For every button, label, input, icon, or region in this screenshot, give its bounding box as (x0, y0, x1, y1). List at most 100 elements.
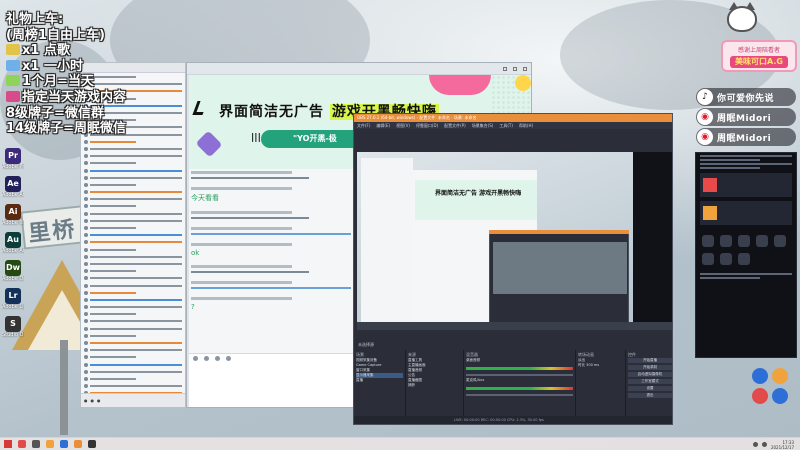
app-icon[interactable] (738, 253, 750, 265)
chat-message[interactable] (191, 227, 359, 235)
chat-message[interactable] (191, 211, 359, 219)
obs-menu-item[interactable]: 配置文件(P) (444, 123, 466, 129)
obs-control-button[interactable]: 开始直播 (628, 358, 672, 363)
list-item[interactable] (84, 189, 182, 195)
gift-card[interactable] (700, 201, 792, 225)
toolbar-icon[interactable]: ● (84, 398, 88, 403)
desktop-shortcut[interactable]: AiAdobe Illustr... (2, 204, 24, 226)
list-item[interactable] (84, 383, 182, 389)
desktop-shortcut[interactable]: SStudio One (2, 316, 24, 338)
list-item[interactable] (84, 340, 182, 346)
transitions-dock[interactable]: 转场动画 淡出 时长 300 ms (576, 350, 626, 418)
start-button[interactable] (4, 440, 12, 448)
list-item[interactable] (84, 268, 182, 274)
maximize-icon[interactable] (513, 66, 517, 71)
obs-menu-item[interactable]: 编辑(E) (376, 123, 390, 129)
list-item[interactable] (84, 232, 182, 238)
chat-message[interactable]: ok (191, 243, 359, 257)
gift-card[interactable] (700, 173, 792, 197)
list-item[interactable] (84, 311, 182, 317)
list-item[interactable] (84, 297, 182, 303)
list-item[interactable] (84, 333, 182, 339)
app-icon[interactable] (720, 235, 732, 247)
source-item[interactable]: 捕获 (408, 383, 461, 388)
obs-titlebar[interactable]: OBS 27.0.1 (64-bit, windows) - 配置文件: 未命名… (354, 114, 672, 122)
list-item[interactable] (84, 211, 182, 217)
taskbar-app-icon[interactable] (46, 440, 54, 448)
list-item[interactable] (84, 369, 182, 375)
close-icon[interactable] (523, 66, 527, 71)
obs-menu-item[interactable]: 视图(V) (396, 123, 410, 129)
chat-titlebar[interactable] (187, 63, 531, 75)
taskbar-app-icon[interactable] (74, 440, 82, 448)
app-icon[interactable] (702, 235, 714, 247)
obs-preview[interactable]: 界面简洁无广告 游戏开黑畅快嗨 (357, 152, 672, 330)
list-item[interactable] (84, 247, 182, 253)
app-icon[interactable] (756, 235, 768, 247)
obs-window[interactable]: OBS 27.0.1 (64-bit, windows) - 配置文件: 未命名… (353, 113, 673, 425)
list-item[interactable] (84, 175, 182, 181)
chat-message[interactable] (191, 171, 359, 179)
obs-control-button[interactable]: 设置 (628, 386, 672, 391)
desktop-shortcut[interactable]: PrAdobe Premi... (2, 148, 24, 170)
scenes-dock[interactable]: 场景 视频采集设备 Game Capture 窗口采集 显示器采集 直播 (354, 350, 406, 418)
desktop-shortcut[interactable]: AuAdobe Auditi... (2, 232, 24, 254)
scene-item[interactable]: 直播 (356, 378, 403, 383)
network-icon[interactable] (752, 442, 758, 447)
obs-menu-item[interactable]: 帮助(H) (519, 123, 533, 129)
chat-message[interactable]: ? (191, 297, 359, 311)
toolbar-icon[interactable]: ● (91, 398, 95, 403)
list-item[interactable] (84, 196, 182, 202)
list-item[interactable] (84, 239, 182, 245)
screenshot-icon[interactable] (226, 356, 231, 361)
emoji-icon[interactable] (193, 356, 198, 361)
obs-control-button[interactable]: 启动虚拟摄像机 (628, 372, 672, 377)
app-shortcut-icon[interactable] (772, 388, 788, 404)
chat-message[interactable] (191, 281, 359, 289)
social-weibo[interactable]: ◉ 周眠Midori (696, 108, 796, 126)
list-item[interactable] (84, 354, 182, 360)
list-item[interactable] (84, 376, 182, 382)
list-item[interactable] (84, 318, 182, 324)
list-item[interactable] (84, 304, 182, 310)
app-shortcut-icon[interactable] (772, 368, 788, 384)
app-shortcut-icon[interactable] (752, 368, 768, 384)
taskbar-app-icon[interactable] (60, 440, 68, 448)
app-icon[interactable] (702, 253, 714, 265)
file-icon[interactable] (215, 356, 220, 361)
list-item[interactable] (84, 146, 182, 152)
list-item[interactable] (84, 290, 182, 296)
list-item[interactable] (84, 225, 182, 231)
list-item[interactable] (84, 362, 182, 368)
obs-control-button[interactable]: 工作室模式 (628, 379, 672, 384)
app-icon[interactable] (738, 235, 750, 247)
chat-message[interactable] (191, 265, 359, 273)
list-item[interactable] (84, 254, 182, 260)
volume-slider[interactable] (466, 394, 573, 396)
taskbar-app-icon[interactable] (18, 440, 26, 448)
controls-dock[interactable]: 控件 开始直播 开始录制 启动虚拟摄像机 工作室模式 设置 退出 (626, 350, 672, 418)
list-item[interactable] (84, 182, 182, 188)
transition-item[interactable]: 时长 300 ms (578, 363, 623, 368)
app-shortcut-icon[interactable] (752, 388, 768, 404)
app-icon[interactable] (774, 235, 786, 247)
obs-menu-item[interactable]: 停靠窗口(D) (416, 123, 438, 129)
chat-message[interactable]: 今天看看 (191, 187, 359, 203)
message-list[interactable]: 今天看看 ok? (191, 171, 359, 347)
live-message-panel[interactable] (695, 152, 797, 358)
taskbar-app-icon[interactable] (88, 440, 96, 448)
sources-dock[interactable]: 来源 直播工具 主直播画面 直播音频 公告 直播截图 捕获 (406, 350, 464, 418)
desktop-shortcut[interactable]: LrAdobe Lightro... (2, 288, 24, 310)
social-douyin[interactable]: ♪ 你可爱你先说 (696, 88, 796, 106)
clock[interactable]: 17:33 2021/12/17 (771, 440, 794, 450)
app-icon[interactable] (720, 253, 732, 265)
list-item[interactable] (84, 153, 182, 159)
volume-icon[interactable] (761, 442, 767, 447)
desktop-shortcut[interactable]: AeAdobe After... (2, 176, 24, 198)
list-item[interactable] (84, 203, 182, 209)
list-item[interactable] (84, 261, 182, 267)
obs-menu-item[interactable]: 场景集合(S) (472, 123, 494, 129)
taskbar-app-icon[interactable] (32, 440, 40, 448)
social-weibo-2[interactable]: ◉ 周眠Midori (696, 128, 796, 146)
list-item[interactable] (84, 218, 182, 224)
